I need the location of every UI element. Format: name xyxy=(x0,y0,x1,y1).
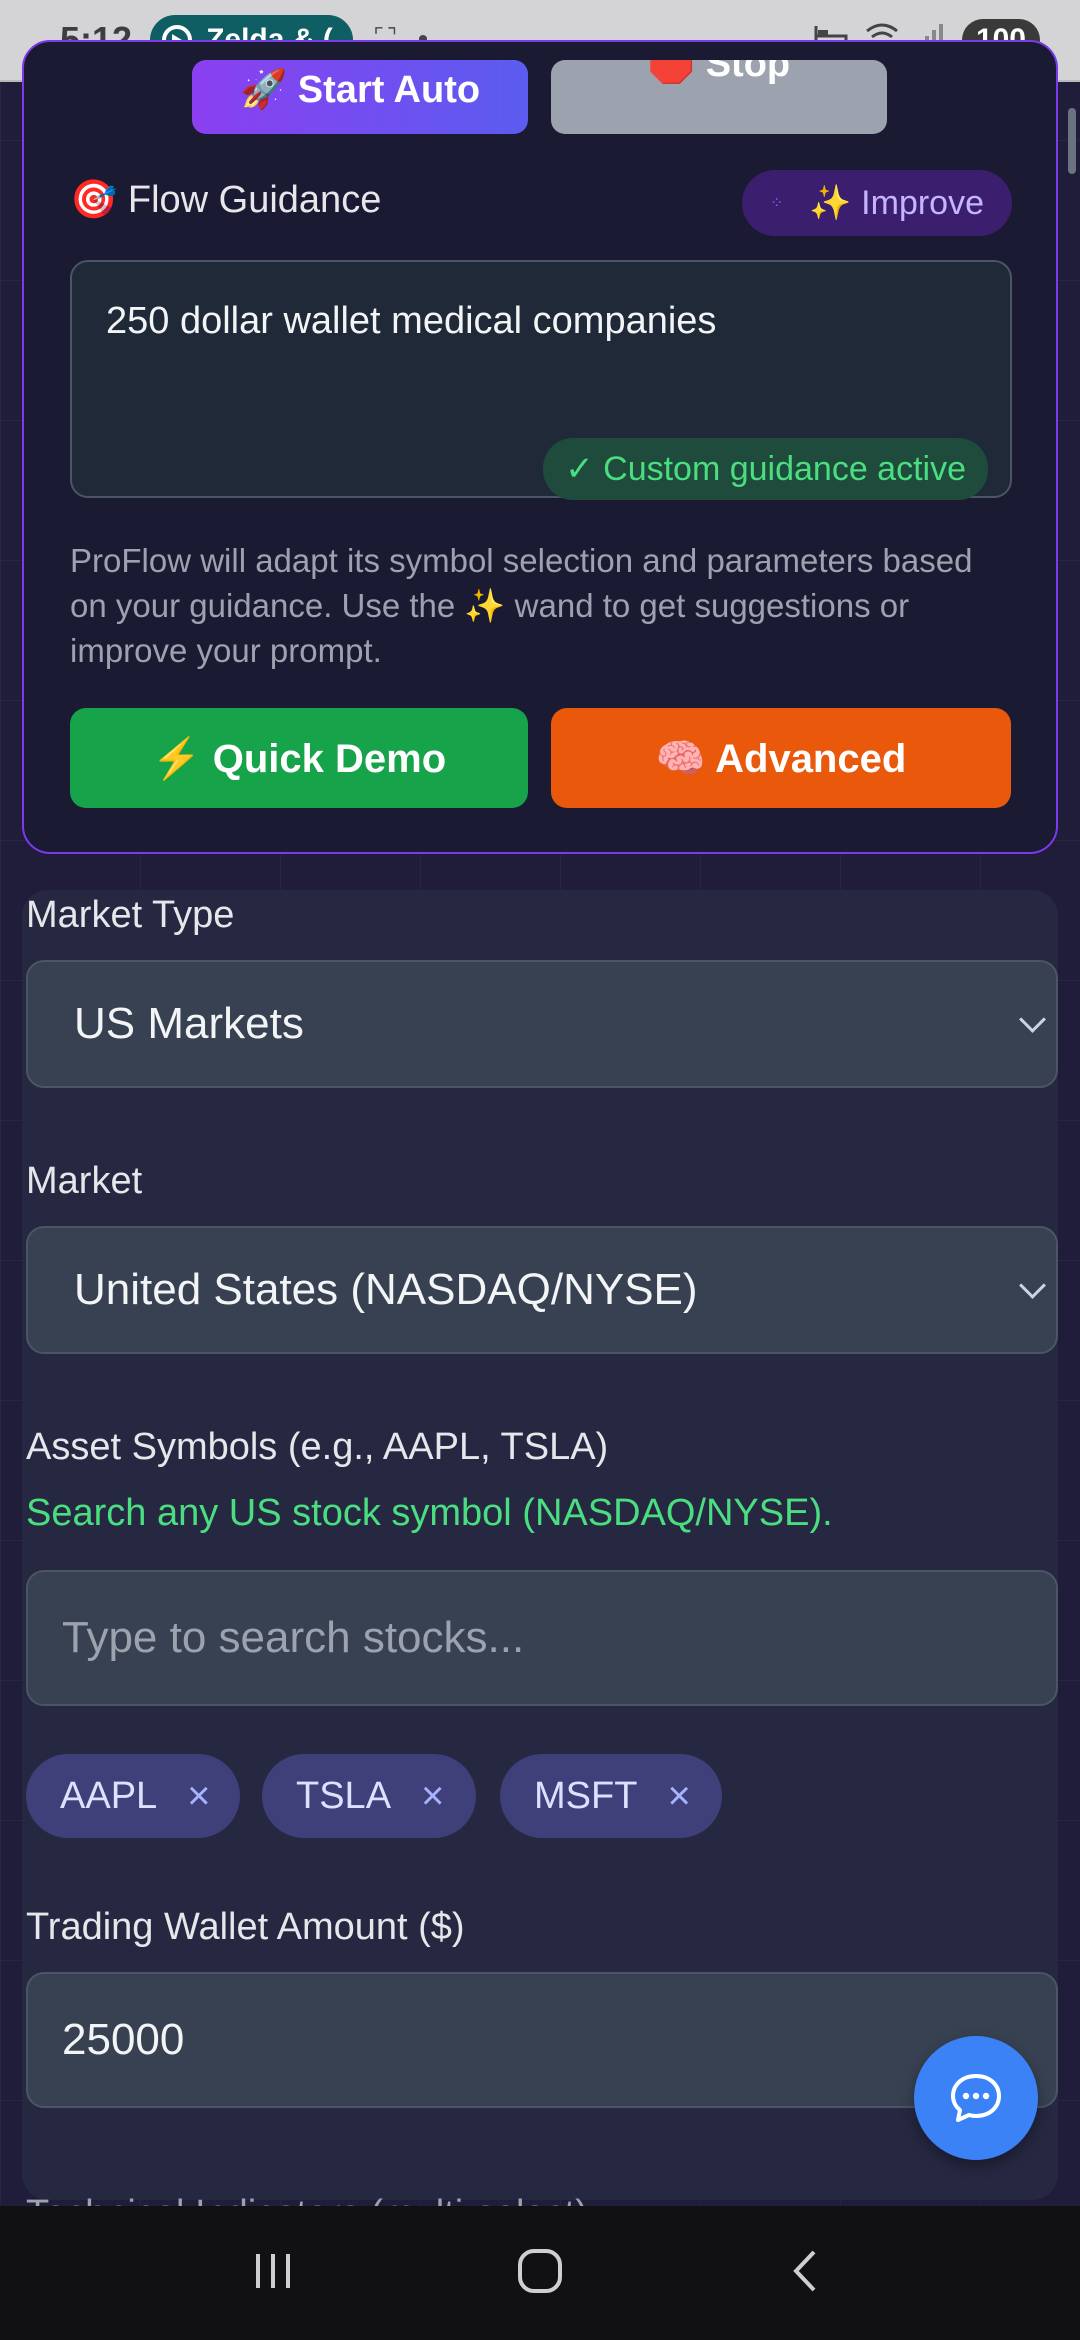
start-auto-button[interactable]: 🚀 Start Auto xyxy=(192,60,528,134)
custom-guidance-badge: ✓ Custom guidance active xyxy=(543,438,988,500)
close-icon[interactable]: × xyxy=(421,1774,444,1819)
advanced-button[interactable]: 🧠 Advanced xyxy=(551,708,1011,808)
guidance-help-text: ProFlow will adapt its symbol selection … xyxy=(70,542,973,669)
symbol-chip-msft: MSFT × xyxy=(500,1754,722,1838)
flow-guidance-title: 🎯 Flow Guidance xyxy=(70,179,382,221)
wallet-amount-label: Trading Wallet Amount ($) xyxy=(26,1906,465,1948)
symbols-hint: Search any US stock symbol (NASDAQ/NYSE)… xyxy=(26,1492,833,1534)
chip-label: MSFT xyxy=(534,1774,638,1817)
market-type-value: US Markets xyxy=(74,999,304,1048)
improve-button[interactable]: ⁘ ✨ Improve xyxy=(742,170,1012,236)
home-icon[interactable] xyxy=(515,2246,565,2301)
technical-indicators-label: Technical Indicators (multi-select) xyxy=(26,2184,588,2206)
market-type-select[interactable]: US Markets xyxy=(26,960,1058,1088)
start-auto-label: 🚀 Start Auto xyxy=(239,69,481,111)
sparkle-icon: ⁘ xyxy=(769,195,784,212)
chip-label: TSLA xyxy=(296,1774,392,1817)
close-icon[interactable]: × xyxy=(667,1774,690,1819)
chat-bubble-icon xyxy=(951,2074,1001,2122)
wallet-amount-input[interactable]: 25000 xyxy=(26,1972,1058,2108)
scrollbar[interactable] xyxy=(1068,108,1076,174)
stop-label: 🛑 Stop xyxy=(647,60,791,85)
guidance-textarea[interactable]: 250 dollar wallet medical companies ✓ Cu… xyxy=(70,260,1012,500)
chevron-down-icon xyxy=(1019,1272,1046,1299)
chat-button[interactable] xyxy=(914,2036,1038,2160)
market-type-label: Market Type xyxy=(26,894,235,936)
system-nav-bar xyxy=(0,2206,1080,2340)
wallet-amount-value: 25000 xyxy=(62,2015,185,2064)
stock-search-input[interactable] xyxy=(26,1570,1058,1706)
symbol-chip-tsla: TSLA × xyxy=(262,1754,476,1838)
chip-label: AAPL xyxy=(60,1774,158,1817)
chevron-down-icon xyxy=(1019,1006,1046,1033)
asset-symbols-label: Asset Symbols (e.g., AAPL, TSLA) xyxy=(26,1426,609,1468)
market-value: United States (NASDAQ/NYSE) xyxy=(74,1265,698,1314)
quick-demo-button[interactable]: ⚡ Quick Demo xyxy=(70,708,528,808)
close-icon[interactable]: × xyxy=(187,1774,210,1819)
symbol-chip-aapl: AAPL × xyxy=(26,1754,240,1838)
stop-button[interactable]: 🛑 Stop xyxy=(551,60,887,134)
improve-label: ✨ Improve xyxy=(809,184,984,222)
market-label: Market xyxy=(26,1160,143,1202)
guidance-text: 250 dollar wallet medical companies xyxy=(106,300,717,342)
back-icon[interactable] xyxy=(782,2246,832,2301)
market-select[interactable]: United States (NASDAQ/NYSE) xyxy=(26,1226,1058,1354)
recent-apps-icon[interactable] xyxy=(248,2246,298,2301)
